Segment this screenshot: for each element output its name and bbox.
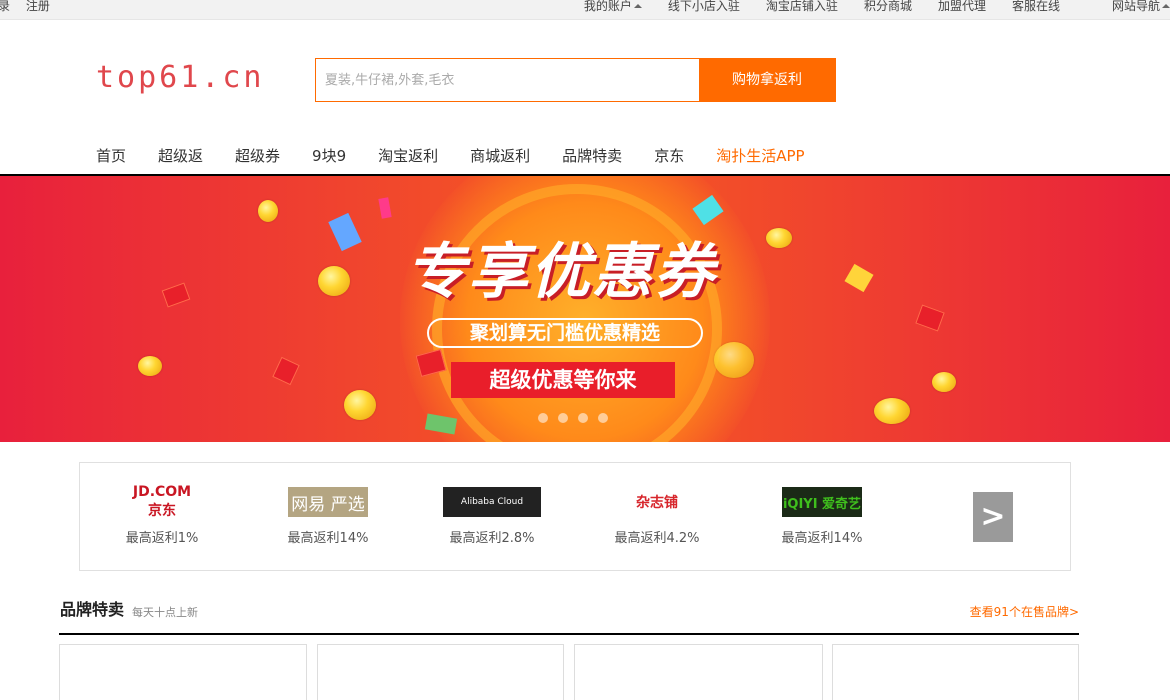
brand-item-alibaba-cloud[interactable]: Alibaba Cloud 最高返利2.8% [427,487,557,546]
register-link[interactable]: 注册 [26,0,50,13]
main-nav: 首页 超级返 超级券 9块9 淘宝返利 商城返利 品牌特卖 京东 淘扑生活APP [96,146,837,166]
red-envelope-icon [161,282,191,308]
carousel-dot[interactable] [578,413,588,423]
search-input[interactable] [316,59,699,101]
red-envelope-icon [272,356,300,386]
brand-rate: 最高返利14% [781,531,863,546]
my-account-label: 我的账户 [583,0,632,13]
jd-logo: JD.COM 京东 [132,484,192,519]
brand-sale-card[interactable] [59,644,307,700]
brand-rate: 最高返利4.2% [614,531,700,546]
view-all-brands-link[interactable]: 查看91个在售品牌> [970,604,1079,620]
customer-service-link[interactable]: 客服在线 [1012,0,1060,14]
carousel-dot[interactable] [538,413,548,423]
confetti-icon [378,197,392,219]
brand-item-iqiyi[interactable]: iQIYI 爱奇艺 最高返利14% [757,487,887,546]
search-button[interactable]: 购物拿返利 [699,59,835,101]
offline-store-link[interactable]: 线下小店入驻 [668,0,740,14]
franchise-link[interactable]: 加盟代理 [938,0,986,14]
nav-taobao-rebate[interactable]: 淘宝返利 [378,146,438,166]
coin-icon [258,200,278,222]
confetti-icon [328,212,362,252]
promo-banner[interactable]: 专享优惠券 聚划算无门槛优惠精选 超级优惠等你来 [0,176,1170,442]
coin-icon [138,356,162,376]
nav-9-9[interactable]: 9块9 [312,146,346,166]
brand-carousel: JD.COM 京东 最高返利1% 网易 严选 最高返利14% Alibaba C… [79,462,1071,571]
brand-rate: 最高返利2.8% [449,531,535,546]
site-logo[interactable]: top61.cn [96,58,265,98]
coin-icon [344,390,376,420]
brand-item-yanxuan[interactable]: 网易 严选 最高返利14% [263,487,393,546]
top-utility-bar: 录 注册 我的账户 线下小店入驻 淘宝店铺入驻 积分商城 加盟代理 客服在线 网… [0,0,1170,20]
section-subtitle: 每天十点上新 [132,606,198,619]
topbar-menu: 我的账户 线下小店入驻 淘宝店铺入驻 积分商城 加盟代理 客服在线 网站导航 [532,0,1170,14]
zazhipu-logo: 杂志铺 [636,495,678,511]
brand-rate: 最高返利14% [287,531,369,546]
alibaba-cloud-logo: Alibaba Cloud [443,487,541,517]
nav-jd[interactable]: 京东 [654,146,684,166]
red-envelope-icon [915,304,945,332]
carousel-dots [538,413,618,423]
iqiyi-logo: iQIYI 爱奇艺 [782,487,862,517]
taobao-store-link[interactable]: 淘宝店铺入驻 [766,0,838,14]
caret-up-icon [633,4,642,8]
brand-item-jd[interactable]: JD.COM 京东 最高返利1% [97,484,227,546]
section-title: 品牌特卖 [60,600,125,619]
points-mall-link[interactable]: 积分商城 [864,0,912,14]
brand-sale-card[interactable] [574,644,823,700]
nav-brand-sale[interactable]: 品牌特卖 [562,146,622,166]
brand-sale-card[interactable] [832,644,1079,700]
confetti-icon [844,263,874,293]
site-nav-menu[interactable]: 网站导航 [1086,0,1170,14]
search-bar: 购物拿返利 [315,58,836,102]
coin-icon [318,266,350,296]
nav-mall-rebate[interactable]: 商城返利 [470,146,530,166]
nav-super-rebate[interactable]: 超级返 [158,146,203,166]
coin-icon [766,228,792,248]
brand-item-zazhipu[interactable]: 杂志铺 最高返利4.2% [592,487,722,546]
my-account-menu[interactable]: 我的账户 [558,0,642,14]
login-link[interactable]: 录 [0,0,10,13]
nav-super-coupon[interactable]: 超级券 [235,146,280,166]
carousel-dot[interactable] [558,413,568,423]
brand-sale-card[interactable] [317,644,564,700]
caret-up-icon [1162,4,1170,8]
login-links: 录 注册 [0,0,62,14]
banner-headline: 专享优惠券 [406,237,716,307]
yanxuan-logo: 网易 严选 [288,487,368,517]
site-nav-label: 网站导航 [1111,0,1160,13]
brand-rate: 最高返利1% [125,531,199,546]
nav-app[interactable]: 淘扑生活APP [716,146,804,166]
section-divider [59,633,1079,635]
coin-icon [932,372,956,392]
brand-next-button[interactable]: > [973,492,1013,542]
coin-icon [714,342,754,378]
banner-subtitle: 聚划算无门槛优惠精选 [427,318,703,348]
banner-tagline: 超级优惠等你来 [451,362,675,398]
carousel-dot[interactable] [598,413,608,423]
coin-icon [874,398,910,424]
nav-home[interactable]: 首页 [96,146,126,166]
